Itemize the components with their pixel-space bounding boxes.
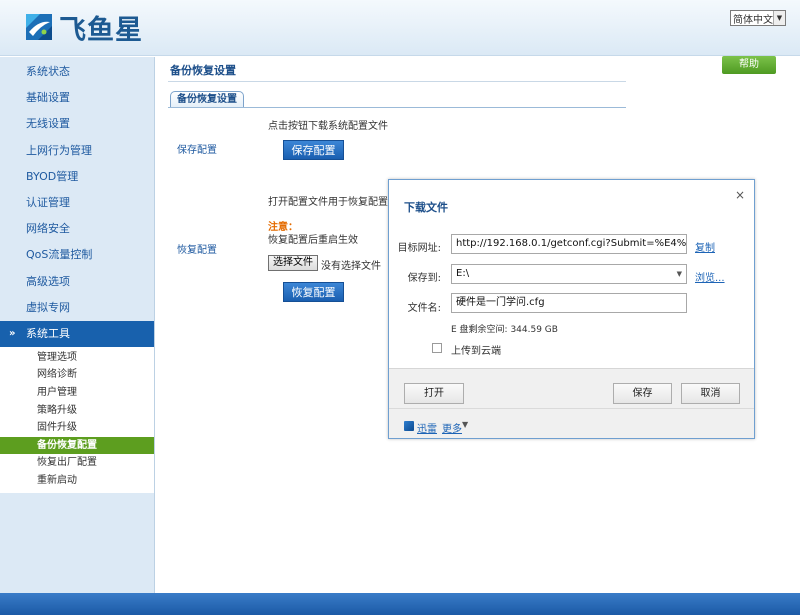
sidebar-subitem-diagnostics[interactable]: 网络诊断 bbox=[0, 366, 154, 384]
language-select[interactable]: 简体中文 ▼ bbox=[730, 10, 786, 26]
caret-down-icon[interactable]: ▼ bbox=[462, 420, 468, 429]
save-to-select[interactable]: E:\ ▼ bbox=[451, 264, 687, 284]
language-select-value: 简体中文 bbox=[733, 14, 773, 26]
dialog-footer: 打开 保存 取消 迅雷 更多 ▼ bbox=[389, 368, 754, 438]
footer-divider bbox=[389, 408, 754, 409]
sidebar-nav: 系统状态 基础设置 无线设置 上网行为管理 BYOD管理 认证管理 网络安全 Q… bbox=[0, 57, 155, 593]
thunder-link[interactable]: 迅雷 bbox=[417, 420, 437, 435]
title-divider bbox=[168, 81, 626, 82]
sidebar-subitem-backup-restore[interactable]: 备份恢复配置 bbox=[0, 436, 154, 455]
cancel-button[interactable]: 取消 bbox=[681, 383, 740, 404]
filename-label: 文件名: bbox=[407, 303, 441, 314]
browse-link[interactable]: 浏览... bbox=[695, 269, 725, 284]
url-label: 目标网址: bbox=[397, 243, 441, 254]
tab-backup-restore[interactable]: 备份恢复设置 bbox=[170, 91, 244, 108]
sidebar-item-security[interactable]: 网络安全 bbox=[0, 216, 154, 242]
sidebar-group-system-tools[interactable]: » 系统工具 bbox=[0, 320, 154, 347]
save-config-button[interactable]: 保存配置 bbox=[283, 140, 344, 160]
sidebar-item-wireless[interactable]: 无线设置 bbox=[0, 111, 154, 137]
save-to-value: E:\ bbox=[456, 268, 470, 279]
help-button[interactable]: 帮助 bbox=[722, 56, 776, 74]
bottom-bar bbox=[0, 593, 800, 615]
sidebar-item-behavior[interactable]: 上网行为管理 bbox=[0, 138, 154, 164]
fish-star-logo-icon bbox=[24, 12, 54, 42]
sidebar-item-byod[interactable]: BYOD管理 bbox=[0, 164, 154, 190]
upload-cloud-checkbox[interactable] bbox=[432, 343, 442, 353]
sidebar-item-qos[interactable]: QoS流量控制 bbox=[0, 242, 154, 268]
download-dialog: 下载文件 × 目标网址: http://192.168.0.1/getconf.… bbox=[388, 179, 755, 439]
sidebar-item-vpn[interactable]: 虚拟专网 bbox=[0, 295, 154, 321]
copy-link[interactable]: 复制 bbox=[695, 239, 715, 254]
free-space-text: E 盘剩余空间: 344.59 GB bbox=[451, 325, 558, 335]
sidebar-item-auth[interactable]: 认证管理 bbox=[0, 190, 154, 216]
notice-text: 恢复配置后重启生效 bbox=[268, 235, 358, 246]
upload-cloud-label: 上传到云端 bbox=[451, 346, 501, 357]
save-to-label: 保存到: bbox=[407, 273, 441, 284]
sidebar-item-system-status[interactable]: 系统状态 bbox=[0, 59, 154, 85]
close-icon[interactable]: × bbox=[735, 188, 745, 202]
filename-input[interactable]: 硬件是一门学问.cfg bbox=[451, 293, 687, 313]
brand-logo: 飞鱼星 bbox=[24, 9, 156, 46]
choose-file-button[interactable]: 选择文件 bbox=[268, 255, 318, 271]
chevron-down-icon: ▼ bbox=[676, 270, 682, 278]
sidebar-group-label: 系统工具 bbox=[26, 326, 70, 340]
sidebar-subitem-admin-options[interactable]: 管理选项 bbox=[0, 349, 154, 367]
more-link[interactable]: 更多 bbox=[442, 420, 462, 435]
restore-hint: 打开配置文件用于恢复配置 bbox=[268, 197, 388, 208]
sidebar-subitem-firmware-upgrade[interactable]: 固件升级 bbox=[0, 419, 154, 437]
sidebar-sub-list: 管理选项 网络诊断 用户管理 策略升级 固件升级 备份恢复配置 恢复出厂配置 重… bbox=[0, 346, 154, 493]
tab-divider bbox=[168, 107, 626, 108]
restore-label: 恢复配置 bbox=[177, 245, 217, 256]
url-field[interactable]: http://192.168.0.1/getconf.cgi?Submit=%E… bbox=[451, 234, 687, 254]
chevron-down-icon: ▼ bbox=[773, 11, 785, 25]
sidebar-item-advanced[interactable]: 高级选项 bbox=[0, 269, 154, 295]
sidebar-subitem-factory-reset[interactable]: 恢复出厂配置 bbox=[0, 454, 154, 472]
save-button[interactable]: 保存 bbox=[613, 383, 672, 404]
restore-config-button[interactable]: 恢复配置 bbox=[283, 282, 344, 302]
sidebar-subitem-user-mgmt[interactable]: 用户管理 bbox=[0, 384, 154, 402]
open-button[interactable]: 打开 bbox=[404, 383, 464, 404]
logo-text: 飞鱼星 bbox=[59, 14, 143, 46]
dialog-title: 下载文件 bbox=[404, 201, 448, 214]
thunder-icon bbox=[404, 421, 414, 431]
backup-hint: 点击按钮下载系统配置文件 bbox=[268, 121, 388, 132]
header-bar: 飞鱼星 简体中文 ▼ bbox=[0, 0, 800, 56]
sidebar-item-basic-settings[interactable]: 基础设置 bbox=[0, 85, 154, 111]
no-file-text: 没有选择文件 bbox=[321, 261, 381, 272]
page-title: 备份恢复设置 bbox=[170, 64, 236, 77]
sidebar-subitem-reboot[interactable]: 重新启动 bbox=[0, 472, 154, 490]
backup-label: 保存配置 bbox=[177, 145, 217, 156]
double-chevron-down-icon: » bbox=[9, 327, 16, 339]
sidebar-subitem-policy-upgrade[interactable]: 策略升级 bbox=[0, 402, 154, 420]
